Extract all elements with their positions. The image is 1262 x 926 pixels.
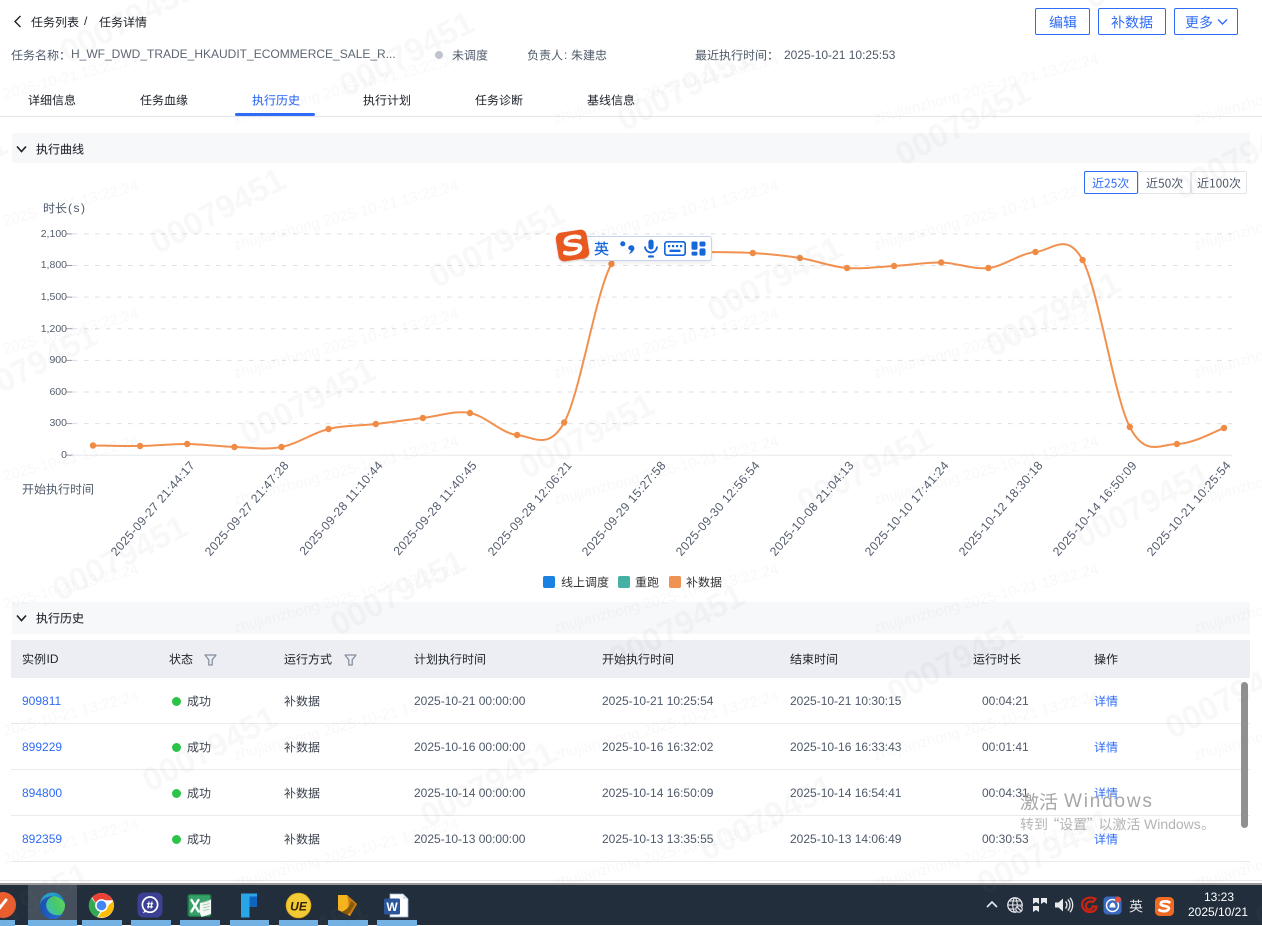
svg-text:UE: UE [290,899,308,913]
svg-text:W: W [386,900,398,914]
